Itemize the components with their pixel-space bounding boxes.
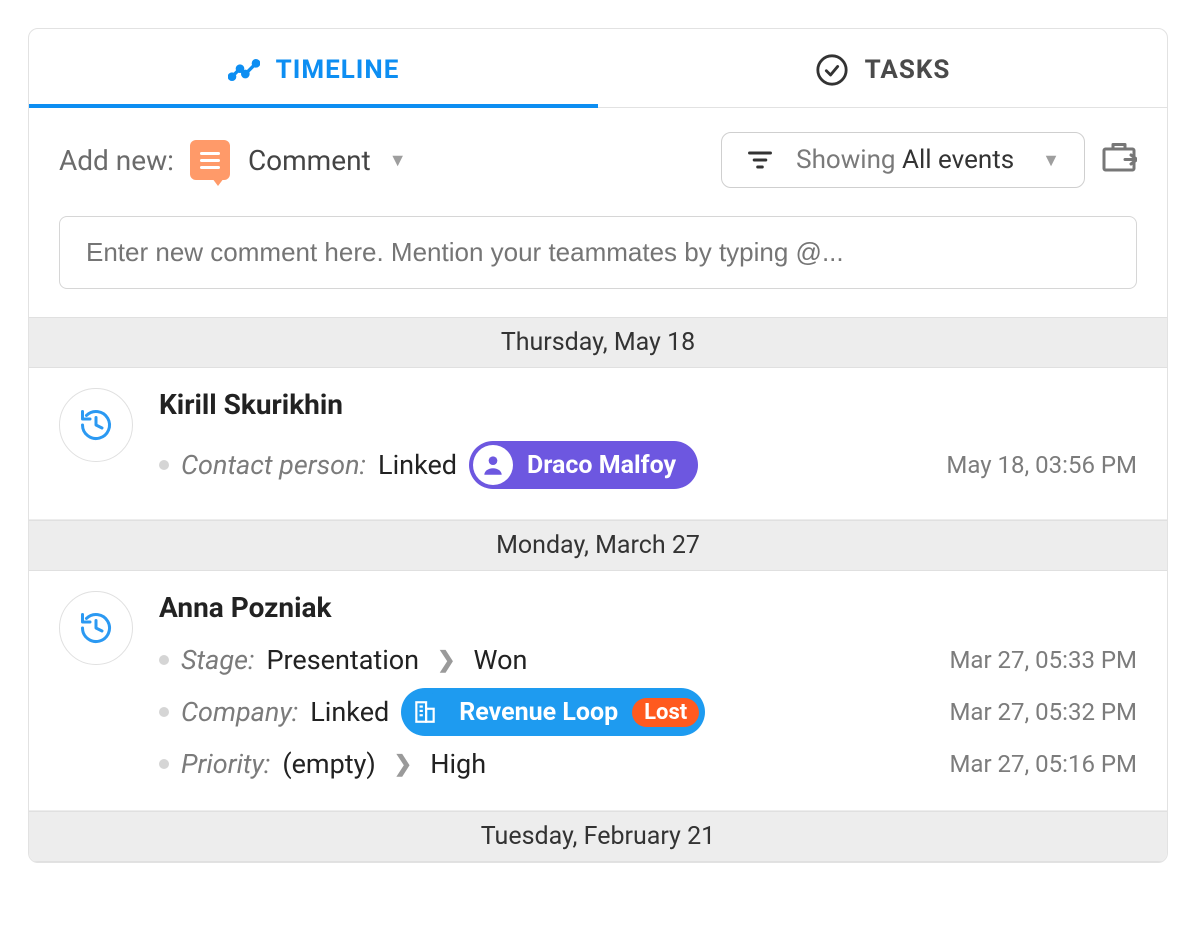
from-value: Presentation: [266, 644, 419, 676]
comment-icon: [190, 140, 230, 180]
tab-tasks[interactable]: TASKS: [598, 29, 1167, 107]
timestamp: Mar 27, 05:32 PM: [937, 698, 1137, 726]
timeline-chart-icon: [228, 54, 260, 86]
to-value: Won: [474, 644, 528, 676]
building-icon: [405, 692, 445, 732]
history-icon: [59, 591, 133, 665]
timeline-entry: Kirill Skurikhin Contact person: Linked: [29, 368, 1167, 520]
change-row: Priority: (empty) ❯ High Mar 27, 05:16 P…: [159, 742, 1137, 786]
from-value: (empty): [282, 748, 375, 780]
events-filter-dropdown[interactable]: Showing All events ▼: [721, 132, 1085, 188]
filter-showing-label: Showing: [796, 145, 895, 175]
bullet-icon: [159, 655, 169, 665]
field-label: Contact person:: [181, 449, 366, 481]
comment-input-area: [29, 200, 1167, 317]
bullet-icon: [159, 707, 169, 717]
tabs: TIMELINE TASKS: [29, 29, 1167, 108]
tab-tasks-label: TASKS: [865, 55, 951, 85]
date-separator: Monday, March 27: [29, 520, 1167, 571]
field-label: Priority:: [181, 748, 270, 780]
person-icon: [473, 445, 513, 485]
action-text: Linked: [378, 449, 457, 481]
timestamp: Mar 27, 05:33 PM: [937, 646, 1137, 674]
bullet-icon: [159, 460, 169, 470]
field-label: Company:: [181, 696, 298, 728]
timestamp: May 18, 03:56 PM: [934, 451, 1137, 479]
entry-user: Kirill Skurikhin: [159, 388, 1137, 421]
toolbar: Add new: Comment ▼ Showing All events ▼: [29, 108, 1167, 200]
tab-timeline-label: TIMELINE: [276, 55, 400, 85]
action-text: Linked: [310, 696, 389, 728]
timestamp: Mar 27, 05:16 PM: [937, 750, 1137, 778]
check-circle-icon: [815, 53, 849, 87]
company-pill-label: Revenue Loop: [459, 698, 618, 727]
status-badge: Lost: [632, 698, 699, 727]
company-pill[interactable]: Revenue Loop Lost: [401, 688, 705, 736]
change-row: Contact person: Linked Draco Malfoy May …: [159, 435, 1137, 495]
filter-settings-button[interactable]: [1101, 140, 1137, 180]
arrow-right-icon: ❯: [431, 648, 461, 673]
timeline-entry: Anna Pozniak Stage: Presentation ❯ Won M…: [29, 571, 1167, 811]
change-row: Stage: Presentation ❯ Won Mar 27, 05:33 …: [159, 638, 1137, 682]
contact-pill-label: Draco Malfoy: [527, 451, 676, 480]
date-separator: Thursday, May 18: [29, 317, 1167, 368]
add-type-dropdown[interactable]: Comment ▼: [246, 144, 407, 177]
filter-value: All events: [902, 145, 1014, 175]
chevron-down-icon: ▼: [1042, 150, 1060, 171]
arrow-right-icon: ❯: [388, 752, 418, 777]
date-separator: Tuesday, February 21: [29, 811, 1167, 862]
add-new-label: Add new:: [59, 144, 174, 177]
history-icon: [59, 388, 133, 462]
tab-timeline[interactable]: TIMELINE: [29, 29, 598, 107]
change-row: Company: Linked Revenue Lo: [159, 682, 1137, 742]
filter-icon: [746, 146, 774, 174]
comment-input[interactable]: [59, 216, 1137, 289]
bullet-icon: [159, 759, 169, 769]
field-label: Stage:: [181, 644, 254, 676]
chevron-down-icon: ▼: [389, 150, 407, 171]
timeline-panel: TIMELINE TASKS Add new: Comment ▼: [28, 28, 1168, 863]
contact-pill[interactable]: Draco Malfoy: [469, 441, 698, 489]
add-type-value: Comment: [248, 144, 371, 177]
to-value: High: [430, 748, 486, 780]
entry-user: Anna Pozniak: [159, 591, 1137, 624]
